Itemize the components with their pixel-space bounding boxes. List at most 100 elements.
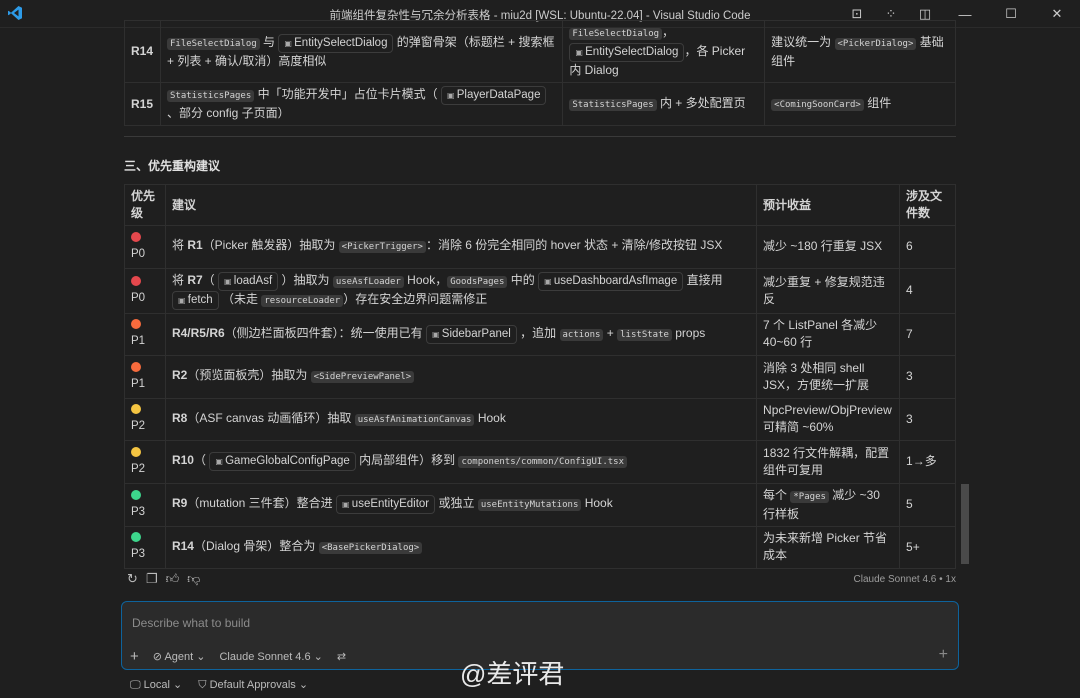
text: Hook: [581, 496, 613, 510]
inline-code: useAsfAnimationCanvas: [354, 413, 475, 426]
suggestion-cell: R8（ASF canvas 动画循环）抽取 useAsfAnimationCan…: [164, 397, 758, 441]
section-heading: 三、优先重构建议: [124, 159, 221, 173]
text: （ASF canvas 动画循环）抽取: [187, 410, 355, 425]
symbol-reference[interactable]: PlayerDataPage: [440, 86, 547, 105]
new-chat-icon[interactable]: +: [939, 646, 948, 664]
bold-text: R2: [171, 368, 188, 383]
text: ：消除 6 份完全相同的 hover 状态 + 清除/修改按钮 JSX: [425, 238, 723, 253]
bold-text: R8: [171, 410, 188, 425]
text: props: [671, 325, 706, 340]
add-context-button[interactable]: +: [130, 648, 139, 665]
text: 中的: [507, 272, 539, 287]
priority-cell: P0: [124, 267, 166, 314]
suggestion-cell: 将 R7（ loadAsf ）抽取为 useAsfLoader Hook，Goo…: [164, 267, 758, 314]
text: （Dialog 骨架）整合为: [193, 538, 319, 553]
location-cell: FileSelectDialog，EntitySelectDialog，各 Pi…: [562, 20, 766, 83]
text: （Picker 触发器）抽取为: [202, 238, 339, 253]
chat-input-placeholder[interactable]: Describe what to build: [132, 616, 250, 630]
suggestion-cell: 建议统一为 <PickerDialog> 基础组件: [764, 20, 956, 83]
text: （预览面板壳）抽取为: [187, 368, 311, 383]
table-row: P0 将 R1（Picker 触发器）抽取为 <PickerTrigger> ：消除…: [124, 225, 956, 269]
model-picker[interactable]: Claude Sonnet 4.6 ⌄: [219, 650, 322, 663]
maximize-button[interactable]: ☐: [988, 0, 1034, 28]
header-suggestion: 建议: [164, 184, 758, 226]
header-files: 涉及文件数: [899, 184, 956, 226]
text: （侧边栏面板四件套）：统一使用已有: [224, 325, 426, 340]
text: 建议统一为: [771, 34, 835, 49]
text: 与: [259, 34, 279, 49]
gain-cell: 为未来新增 Picker 节省成本: [756, 525, 901, 569]
suggestion-cell: R14（Dialog 骨架）整合为 <BasePickerDialog>: [164, 525, 758, 569]
priority-dot-icon: [131, 275, 141, 286]
table-row: P1 R2（预览面板壳）抽取为 <SidePreviewPanel> 消除 3 处相…: [124, 355, 956, 399]
bold-text: R9: [171, 496, 188, 510]
approvals-label: Default Approvals: [209, 679, 296, 691]
priority-label: P2: [131, 420, 146, 433]
location-picker[interactable]: 🖵︎ Local ⌄: [130, 678, 182, 692]
row-id: R15: [124, 82, 161, 126]
header-priority: 优先级: [124, 184, 166, 226]
gain-cell: 减少 ~180 行重复 JSX: [756, 225, 901, 269]
suggestion-cell: R9（mutation 三件套）整合进 useEntityEditor 或独立 …: [164, 482, 758, 527]
symbol-reference[interactable]: EntitySelectDialog: [278, 33, 394, 53]
approvals-picker[interactable]: ⛉ Default Approvals ⌄: [198, 678, 308, 692]
tools-icon[interactable]: ⇄: [337, 650, 346, 663]
text: （: [202, 272, 218, 287]
thumbs-down-icon[interactable]: 👎︎: [187, 571, 200, 587]
files-cell: 3: [899, 397, 956, 441]
description-cell: FileSelectDialog 与 EntitySelectDialog 的弹…: [159, 20, 564, 83]
bold-text: R4/R5/R6: [171, 325, 225, 340]
text: 、部分 config 子页面）: [166, 106, 290, 120]
files-cell: 6: [899, 225, 956, 269]
inline-code: <BasePickerDialog>: [318, 541, 423, 554]
text: 将: [171, 272, 188, 287]
files-cell: 4: [899, 267, 956, 314]
table-row: P3 R14（Dialog 骨架）整合为 <BasePickerDialog> 为未…: [124, 525, 956, 569]
priority-label: P3: [131, 548, 146, 561]
inline-code: StatisticsPages: [569, 98, 657, 111]
text: ，追加: [516, 325, 560, 340]
priority-label: P2: [131, 462, 146, 475]
inline-code: StatisticsPages: [166, 90, 255, 102]
table-row: P3 R9（mutation 三件套）整合进 useEntityEditor 或独…: [124, 482, 956, 527]
priority-cell: P1: [124, 312, 166, 356]
files-cell: 1→多: [899, 440, 956, 484]
symbol-reference[interactable]: useDashboardAsfImage: [538, 271, 684, 291]
table-row: P2 R10（ GameGlobalConfigPage 内局部组件）移到 com…: [124, 440, 956, 484]
scrollbar[interactable]: [961, 484, 969, 564]
priority-cell: P2: [124, 440, 166, 484]
gain-cell: 消除 3 处相同 shell JSX，方便统一扩展: [756, 355, 901, 399]
suggestion-cell: 将 R1（Picker 触发器）抽取为 <PickerTrigger> ：消除 6…: [164, 225, 758, 269]
description-cell: StatisticsPages 中「功能开发中」占位卡片模式（ PlayerDa…: [159, 82, 564, 126]
inline-code: GoodsPages: [447, 275, 508, 288]
symbol-reference[interactable]: SidebarPanel: [426, 324, 517, 344]
inline-code: FileSelectDialog: [569, 28, 663, 40]
priority-dot-icon: [131, 319, 141, 330]
priority-dot-icon: [131, 404, 141, 415]
files-cell: 5+: [899, 525, 956, 569]
inline-code: resourceLoader: [261, 294, 344, 307]
priority-table: 优先级 建议 预计收益 涉及文件数 P0 将 R1（Picker 触发器）抽取为 …: [124, 184, 956, 569]
text: 每个: [763, 487, 791, 502]
text: Hook: [474, 410, 506, 425]
inline-code: useEntityMutations: [477, 499, 582, 511]
text: 组件: [863, 95, 892, 110]
priority-cell: P3: [124, 482, 166, 527]
text: （: [193, 453, 210, 468]
mode-picker[interactable]: ⊘ Agent ⌄: [153, 650, 206, 663]
symbol-reference[interactable]: loadAsf: [218, 271, 279, 291]
copy-icon[interactable]: ❐: [146, 571, 158, 587]
priority-dot-icon: [131, 532, 141, 543]
table-row: P0 将 R7（ loadAsf ）抽取为 useAsfLoader Hook，G…: [124, 267, 956, 314]
symbol-reference[interactable]: GameGlobalConfigPage: [209, 452, 356, 472]
symbol-reference[interactable]: fetch: [171, 290, 219, 310]
thumbs-up-icon[interactable]: 👍︎: [166, 571, 180, 587]
symbol-reference[interactable]: useEntityEditor: [336, 495, 436, 514]
symbol-reference[interactable]: EntitySelectDialog: [569, 43, 685, 62]
bold-text: R1: [187, 238, 203, 253]
inline-code: *Pages: [790, 490, 829, 503]
retry-icon[interactable]: ↻: [127, 571, 138, 587]
priority-label: P0: [131, 247, 146, 260]
priority-cell: P1: [124, 355, 166, 399]
close-button[interactable]: ✕: [1034, 0, 1080, 28]
